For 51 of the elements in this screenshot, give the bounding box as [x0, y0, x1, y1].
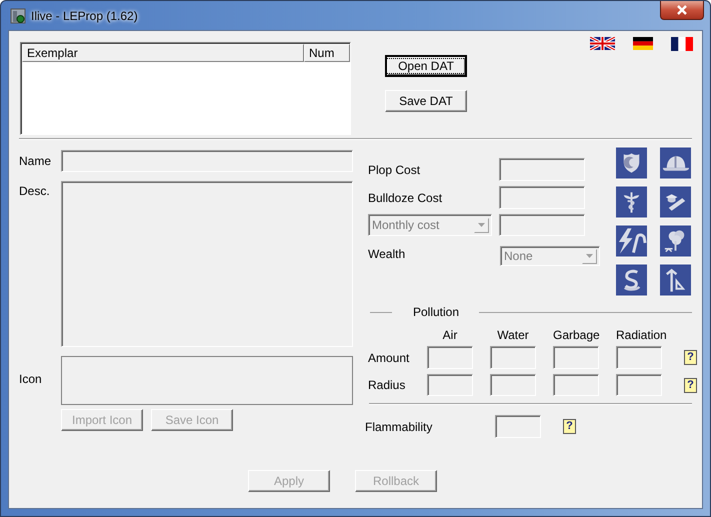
diploma-icon[interactable]: [660, 186, 691, 218]
help-icon[interactable]: ?: [684, 378, 697, 392]
field-label: Plop Cost: [368, 162, 422, 176]
input-field[interactable]: [616, 346, 662, 369]
input-field[interactable]: [553, 346, 599, 369]
exemplar-list[interactable]: Exemplar Num: [20, 42, 351, 135]
field-label: Name: [19, 154, 52, 168]
field-label: Wealth: [368, 246, 406, 260]
german-flag-icon[interactable]: [633, 37, 653, 50]
column-header: Water: [496, 328, 530, 342]
column-header[interactable]: Exemplar: [22, 44, 304, 62]
caduceus-icon[interactable]: [616, 186, 647, 218]
push-button[interactable]: Save DAT: [385, 90, 467, 112]
input-field[interactable]: [427, 374, 473, 396]
input-field[interactable]: [495, 415, 541, 438]
row-label: Radius: [368, 378, 406, 392]
field-label: Bulldoze Cost: [368, 190, 444, 204]
help-icon[interactable]: ?: [684, 350, 697, 365]
push-button[interactable]: Open DAT: [385, 55, 467, 77]
app-icon[interactable]: [10, 8, 26, 24]
input-field[interactable]: [427, 346, 473, 369]
french-flag-icon[interactable]: [671, 37, 693, 51]
british-flag-icon[interactable]: [590, 37, 615, 50]
row-label: Amount: [368, 350, 410, 364]
column-header: Garbage: [553, 328, 599, 342]
help-icon[interactable]: ?: [563, 419, 576, 434]
window-title: Ilive - LEProp (1.62): [31, 8, 138, 22]
input-field[interactable]: [499, 214, 585, 236]
input-field[interactable]: [61, 150, 353, 172]
input-field[interactable]: [499, 186, 585, 209]
badge-icon[interactable]: [616, 147, 647, 179]
group-title: Pollution: [413, 305, 460, 319]
column-header[interactable]: Num: [304, 44, 350, 62]
close-icon: [676, 5, 688, 15]
field-label: Icon: [19, 371, 43, 388]
input-field[interactable]: [490, 346, 536, 369]
field-label: Flammability: [365, 420, 434, 434]
caret-icon: [586, 254, 593, 258]
lightning-icon[interactable]: [616, 225, 647, 257]
tree-icon[interactable]: [660, 225, 691, 257]
input-field[interactable]: [553, 374, 599, 396]
field-label: Desc.: [19, 183, 51, 200]
column-header: Air: [442, 328, 458, 342]
ruler-icon[interactable]: [660, 264, 691, 296]
swirl-icon[interactable]: [616, 264, 647, 296]
input-field[interactable]: [616, 374, 662, 396]
input-field[interactable]: [499, 158, 585, 181]
helmet-icon[interactable]: [660, 147, 691, 179]
caret-icon: [478, 223, 485, 227]
input-field[interactable]: [490, 374, 536, 396]
close-button[interactable]: [660, 1, 704, 20]
